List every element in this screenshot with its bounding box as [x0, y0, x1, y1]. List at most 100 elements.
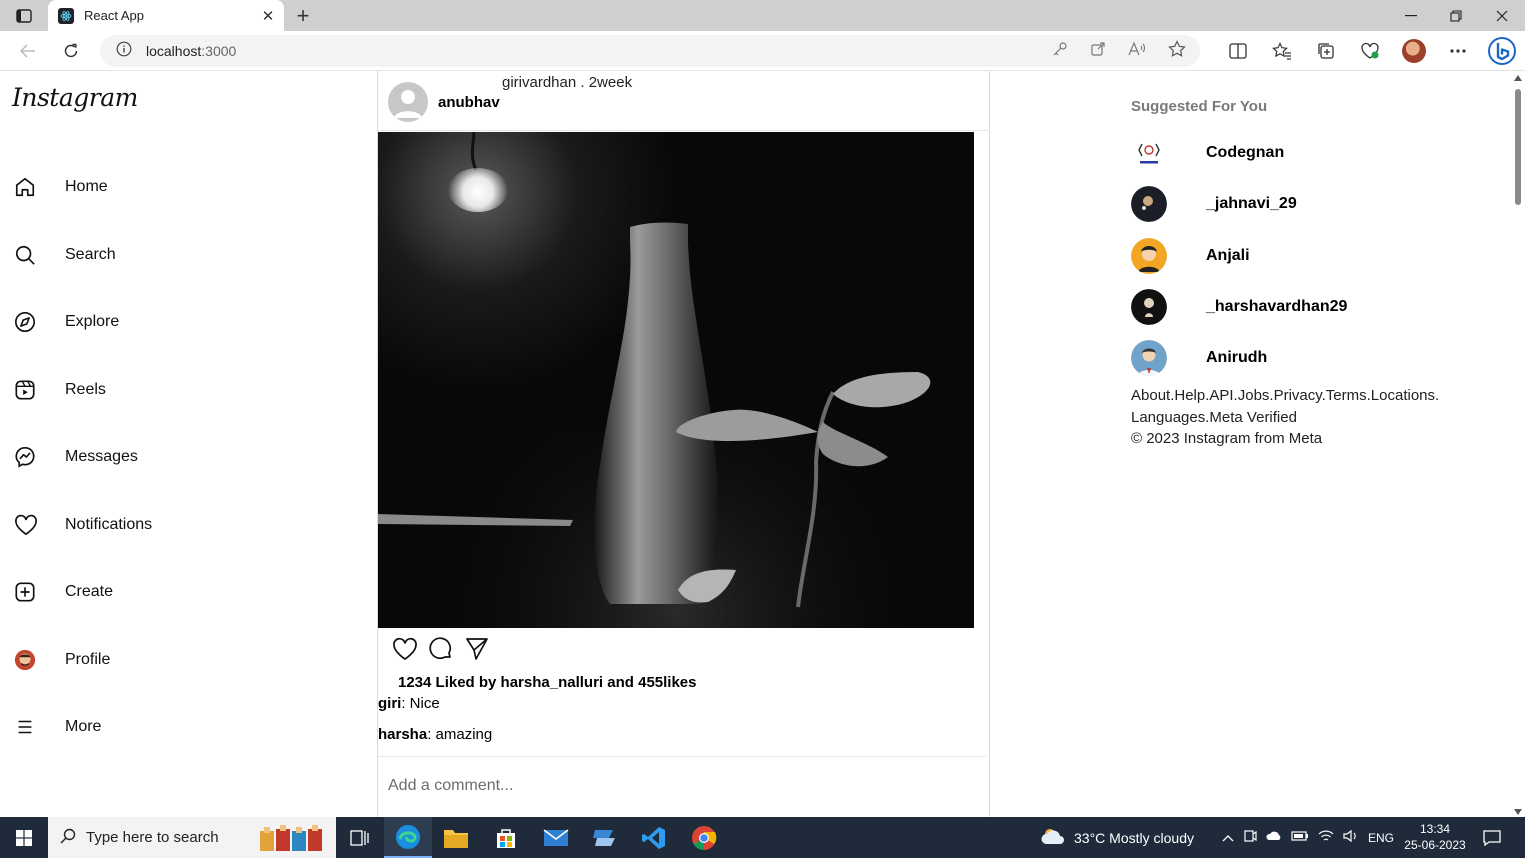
windows-taskbar: Type here to search 33°C Mostly cloudy E… [0, 817, 1525, 858]
nav-item-profile[interactable]: Profile [0, 640, 260, 680]
read-aloud-icon[interactable] [1128, 40, 1146, 62]
key-icon[interactable] [1052, 41, 1068, 62]
restore-icon[interactable] [1433, 0, 1479, 31]
back-icon[interactable] [14, 37, 42, 65]
taskbar-clock[interactable]: 13:34 25-06-2023 [1404, 821, 1466, 853]
refresh-icon[interactable] [57, 37, 85, 65]
search-icon [0, 244, 50, 266]
clock-date: 25-06-2023 [1404, 838, 1466, 852]
post-card: girivardhan . 2week anubhav 1234 Liked b… [377, 71, 990, 817]
suggestions-panel: Suggested For You Codegnan _jahnavi_29 A… [1131, 98, 1491, 447]
reels-icon [0, 379, 50, 401]
comment-user[interactable]: harsha [378, 726, 427, 743]
post-action-bar [392, 636, 490, 667]
comment-user[interactable]: giri [378, 695, 401, 712]
suggestion-item[interactable]: Anirudh [1131, 340, 1491, 376]
codegnan-logo-avatar [1131, 135, 1167, 171]
tab-actions-icon[interactable] [8, 5, 40, 27]
suggestion-name: Codegnan [1206, 144, 1285, 161]
mail-icon[interactable] [532, 817, 580, 858]
footer-line[interactable]: Languages.Meta Verified [1131, 407, 1471, 429]
post-author-avatar[interactable] [388, 82, 428, 122]
favorites-icon[interactable] [1260, 42, 1304, 60]
nav-label: Home [65, 178, 108, 195]
weather-widget[interactable]: 33°C Mostly cloudy [1040, 817, 1194, 858]
browser-essentials-icon[interactable] [1348, 42, 1392, 60]
menu-icon [0, 716, 50, 738]
nav-item-explore[interactable]: Explore [0, 302, 260, 342]
suggestion-name: Anirudh [1206, 349, 1268, 366]
wifi-icon[interactable] [1318, 829, 1334, 846]
info-icon[interactable] [116, 41, 132, 62]
more-options-icon[interactable] [1436, 49, 1480, 53]
comment-bubble-icon[interactable] [428, 636, 454, 667]
share-send-icon[interactable] [464, 636, 490, 667]
nav-item-more[interactable]: More [0, 707, 260, 747]
instagram-page: Instagram Home Search Explore Reels Mess… [0, 71, 1525, 817]
meet-now-icon[interactable] [1243, 829, 1257, 846]
nav-item-notifications[interactable]: Notifications [0, 505, 260, 545]
comment-text: : amazing [427, 726, 493, 743]
notification-center-icon[interactable] [1478, 826, 1506, 850]
vscode-icon[interactable] [630, 817, 678, 858]
close-window-icon[interactable] [1479, 0, 1525, 31]
bing-copilot-icon[interactable] [1480, 37, 1524, 65]
nav-item-home[interactable]: Home [0, 167, 260, 207]
taskbar-search[interactable]: Type here to search [48, 817, 336, 858]
edge-app-icon[interactable] [384, 817, 432, 858]
nav-item-reels[interactable]: Reels [0, 370, 260, 410]
suggestion-item[interactable]: Codegnan [1131, 135, 1491, 171]
comment-text: : Nice [401, 695, 440, 712]
task-view-icon[interactable] [336, 817, 384, 858]
search-highlight-icon [258, 823, 330, 857]
react-logo-icon [58, 7, 74, 24]
language-indicator[interactable]: ENG [1368, 831, 1394, 845]
user-avatar [1131, 186, 1167, 222]
suggestion-item[interactable]: _harshavardhan29 [1131, 289, 1491, 325]
comment-input[interactable]: Add a comment... [378, 756, 986, 814]
copyright-text: © 2023 Instagram from Meta [1131, 430, 1323, 447]
microsoft-store-icon[interactable] [482, 817, 530, 858]
suggestion-name: _harshavardhan29 [1206, 298, 1348, 315]
new-tab-button[interactable]: + [290, 3, 316, 29]
open-in-app-icon[interactable] [1090, 41, 1106, 62]
comment-row: harsha: amazing [378, 726, 492, 743]
home-icon [0, 176, 50, 198]
split-screen-icon[interactable] [1216, 43, 1260, 59]
nav-label: Create [65, 583, 114, 600]
scrollbar-thumb[interactable] [1515, 89, 1521, 205]
search-icon [60, 828, 76, 848]
nav-item-create[interactable]: Create [0, 572, 260, 612]
browser-tab[interactable]: React App ✕ [48, 0, 284, 31]
favorite-star-icon[interactable] [1168, 39, 1186, 63]
onedrive-icon[interactable] [1266, 830, 1282, 845]
post-subtitle: girivardhan . 2week [502, 74, 633, 91]
like-heart-icon[interactable] [392, 636, 418, 667]
chevron-up-icon[interactable] [1222, 831, 1234, 845]
suggestion-item[interactable]: _jahnavi_29 [1131, 186, 1491, 222]
clock-time: 13:34 [1419, 822, 1451, 836]
post-image[interactable] [378, 132, 974, 628]
post-username[interactable]: anubhav [438, 94, 500, 111]
nav-item-search[interactable]: Search [0, 235, 260, 275]
collections-icon[interactable] [1304, 42, 1348, 60]
suggestion-item[interactable]: Anjali [1131, 238, 1491, 274]
profile-avatar-icon[interactable] [1392, 39, 1436, 63]
page-scrollbar[interactable] [1511, 71, 1525, 817]
instagram-logo[interactable]: Instagram [12, 83, 138, 112]
close-tab-icon[interactable]: ✕ [256, 7, 280, 25]
profile-avatar [0, 649, 50, 671]
minimize-icon[interactable] [1388, 0, 1434, 31]
chrome-icon[interactable] [680, 817, 728, 858]
footer-line[interactable]: About.Help.API.Jobs.Privacy.Terms.Locati… [1131, 385, 1471, 407]
user-avatar [1131, 340, 1167, 376]
volume-icon[interactable] [1343, 829, 1359, 846]
system-tray: ENG [1222, 817, 1394, 858]
windows-start-icon[interactable] [0, 817, 48, 858]
nav-label: Search [65, 246, 116, 263]
url-field[interactable]: localhost:3000 [100, 35, 1200, 67]
file-explorer-icon[interactable] [432, 817, 480, 858]
battery-icon[interactable] [1291, 830, 1309, 845]
network-app-icon[interactable] [580, 817, 628, 858]
nav-item-messages[interactable]: Messages [0, 437, 260, 477]
